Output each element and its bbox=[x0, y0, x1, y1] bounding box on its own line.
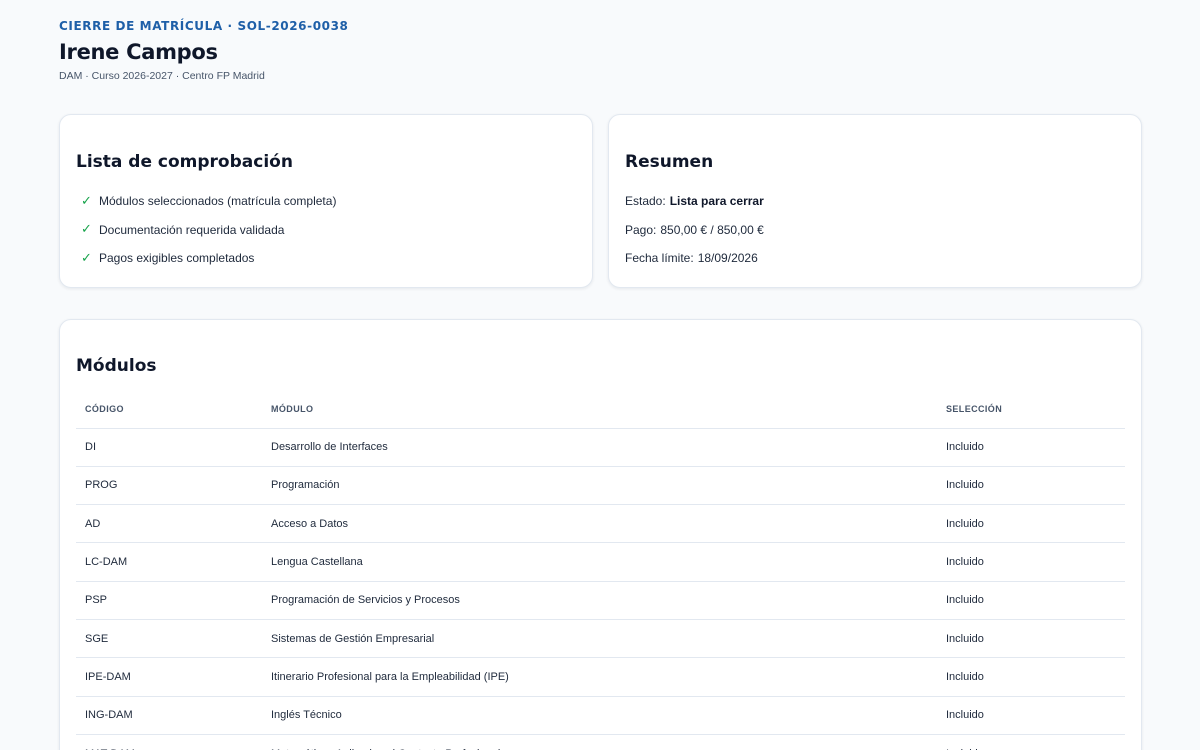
module-name: Desarrollo de Interfaces bbox=[262, 428, 937, 467]
module-selection: Incluido bbox=[937, 696, 1125, 735]
table-row[interactable]: SGE Sistemas de Gestión Empresarial Incl… bbox=[76, 619, 1125, 659]
table-row[interactable]: MAT-DAM Matemáticas Aplicadas al Context… bbox=[76, 734, 1125, 750]
module-name: Lengua Castellana bbox=[262, 542, 937, 582]
modules-card: Módulos CÓDIGO MÓDULO SELECCIÓN DI Desar… bbox=[59, 319, 1142, 750]
payment-value: 850,00 € / 850,00 € bbox=[660, 222, 764, 237]
module-selection: Incluido bbox=[937, 581, 1125, 620]
table-row[interactable]: DI Desarrollo de Interfaces Incluido bbox=[76, 428, 1125, 467]
module-code: SGE bbox=[76, 619, 262, 659]
checklist-card: Lista de comprobación ✓ Módulos seleccio… bbox=[59, 114, 593, 288]
summary-card: Resumen Estado: Lista para cerrar Pago: … bbox=[608, 114, 1142, 288]
module-name: Inglés Técnico bbox=[262, 696, 937, 735]
modules-table: CÓDIGO MÓDULO SELECCIÓN DI Desarrollo de… bbox=[76, 390, 1125, 750]
module-selection: Incluido bbox=[937, 619, 1125, 659]
checkmark-icon: ✓ bbox=[81, 222, 92, 238]
payment-row: Pago: 850,00 € / 850,00 € bbox=[625, 216, 1125, 245]
table-header-row: CÓDIGO MÓDULO SELECCIÓN bbox=[76, 390, 1125, 429]
table-row[interactable]: IPE-DAM Itinerario Profesional para la E… bbox=[76, 657, 1125, 697]
module-code: ING-DAM bbox=[76, 696, 262, 735]
modules-title: Módulos bbox=[76, 356, 157, 376]
module-code: PSP bbox=[76, 581, 262, 620]
module-code: LC-DAM bbox=[76, 542, 262, 582]
summary-title: Resumen bbox=[625, 152, 714, 172]
column-header-module: MÓDULO bbox=[262, 390, 937, 429]
checkmark-icon: ✓ bbox=[81, 250, 92, 266]
checklist-title: Lista de comprobación bbox=[76, 152, 293, 172]
page-title: Irene Campos bbox=[59, 40, 218, 64]
checklist-item: ✓ Documentación requerida validada bbox=[76, 216, 576, 245]
checklist-item-label: Pagos exigibles completados bbox=[99, 251, 255, 266]
column-header-selection: SELECCIÓN bbox=[937, 390, 1125, 429]
module-code: DI bbox=[76, 428, 262, 467]
table-row[interactable]: AD Acceso a Datos Incluido bbox=[76, 504, 1125, 544]
module-selection: Incluido bbox=[937, 734, 1125, 750]
module-name: Acceso a Datos bbox=[262, 504, 937, 544]
module-selection: Incluido bbox=[937, 428, 1125, 467]
status-label: Estado: bbox=[625, 194, 666, 209]
module-name: Programación de Servicios y Procesos bbox=[262, 581, 937, 620]
table-row[interactable]: PROG Programación Incluido bbox=[76, 466, 1125, 506]
course-subtitle: DAM · Curso 2026-2027 · Centro FP Madrid bbox=[59, 70, 265, 82]
request-id-eyebrow: CIERRE DE MATRÍCULA · SOL-2026-0038 bbox=[59, 19, 349, 33]
checkmark-icon: ✓ bbox=[81, 193, 92, 209]
checklist-item: ✓ Módulos seleccionados (matrícula compl… bbox=[76, 187, 576, 216]
status-row: Estado: Lista para cerrar bbox=[625, 187, 1125, 216]
module-selection: Incluido bbox=[937, 657, 1125, 697]
status-value: Lista para cerrar bbox=[669, 194, 764, 209]
module-name: Matemáticas Aplicadas al Contexto Profes… bbox=[262, 734, 937, 750]
module-selection: Incluido bbox=[937, 504, 1125, 544]
payment-label: Pago: bbox=[625, 222, 657, 237]
table-row[interactable]: LC-DAM Lengua Castellana Incluido bbox=[76, 542, 1125, 582]
module-code: MAT-DAM bbox=[76, 734, 262, 750]
page-header: CIERRE DE MATRÍCULA · SOL-2026-0038 Iren… bbox=[59, 19, 349, 82]
checklist-item-label: Documentación requerida validada bbox=[99, 222, 285, 237]
checklist-item: ✓ Pagos exigibles completados bbox=[76, 244, 576, 273]
deadline-row: Fecha límite: 18/09/2026 bbox=[625, 244, 1125, 273]
module-selection: Incluido bbox=[937, 466, 1125, 506]
module-selection: Incluido bbox=[937, 542, 1125, 582]
module-name: Programación bbox=[262, 466, 937, 506]
module-name: Itinerario Profesional para la Empleabil… bbox=[262, 657, 937, 697]
deadline-label: Fecha límite: bbox=[625, 251, 694, 266]
checklist-items: ✓ Módulos seleccionados (matrícula compl… bbox=[76, 187, 576, 273]
column-header-code: CÓDIGO bbox=[76, 390, 262, 429]
table-row[interactable]: ING-DAM Inglés Técnico Incluido bbox=[76, 696, 1125, 735]
table-row[interactable]: PSP Programación de Servicios y Procesos… bbox=[76, 581, 1125, 620]
module-code: AD bbox=[76, 504, 262, 544]
module-code: IPE-DAM bbox=[76, 657, 262, 697]
module-code: PROG bbox=[76, 466, 262, 506]
deadline-value: 18/09/2026 bbox=[697, 251, 758, 266]
checklist-item-label: Módulos seleccionados (matrícula complet… bbox=[99, 194, 337, 209]
module-name: Sistemas de Gestión Empresarial bbox=[262, 619, 937, 659]
